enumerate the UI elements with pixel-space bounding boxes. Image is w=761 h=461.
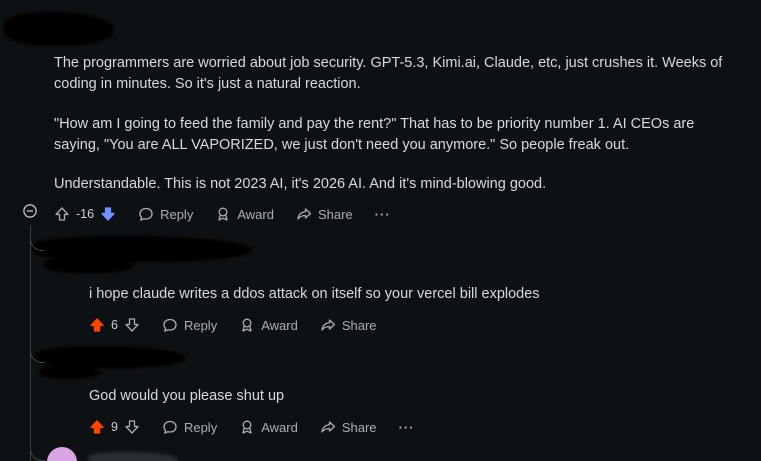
collapse-thread-button[interactable] <box>23 204 37 218</box>
vote-score: -16 <box>76 207 95 221</box>
redacted-username-reply-1b <box>44 257 134 273</box>
award-button[interactable]: Award <box>239 419 298 435</box>
minus-circle-icon <box>23 204 37 218</box>
comment-action-bar: -16 Reply Award Share ··· <box>54 203 391 225</box>
comment-paragraph: "How am I going to feed the family and p… <box>54 116 695 153</box>
share-icon <box>320 317 336 333</box>
reply-button[interactable]: Reply <box>162 419 217 435</box>
share-button[interactable]: Share <box>320 419 377 435</box>
reply-label: Reply <box>160 206 194 222</box>
comment-paragraph: The programmers are worried about job se… <box>54 55 723 92</box>
reply-button[interactable]: Reply <box>162 317 217 333</box>
award-button[interactable]: Award <box>239 317 298 333</box>
thread-line <box>30 225 31 461</box>
reply-comment-text: God would you please shut up <box>89 388 285 404</box>
redacted-username-reply-2b <box>40 365 100 379</box>
vote-score: 9 <box>111 420 118 434</box>
more-options-button[interactable]: ··· <box>375 207 391 222</box>
redacted-username-parent <box>4 12 114 46</box>
arrow-up-icon[interactable] <box>89 419 105 435</box>
more-options-button[interactable]: ··· <box>399 420 415 435</box>
thread-connector <box>30 350 45 363</box>
share-button[interactable]: Share <box>320 317 377 333</box>
thread-connector <box>30 448 45 461</box>
comment-paragraph: Understandable. This is not 2023 AI, it'… <box>54 176 547 192</box>
share-label: Share <box>341 317 377 333</box>
award-button[interactable]: Award <box>215 206 274 222</box>
speech-bubble-icon <box>138 206 154 222</box>
share-icon <box>296 206 312 222</box>
comment-action-bar: 6 Reply Award Share <box>89 314 399 336</box>
vote-score: 6 <box>111 318 118 332</box>
reply-label: Reply <box>183 419 218 435</box>
speech-bubble-icon <box>162 317 178 333</box>
reply-label: Reply <box>183 317 218 333</box>
avatar[interactable] <box>47 447 77 461</box>
arrow-up-icon[interactable] <box>89 317 105 333</box>
vote-controls: 6 <box>89 317 140 333</box>
award-label: Award <box>237 206 274 222</box>
award-icon <box>239 419 255 435</box>
reply-comment-text: i hope claude writes a ddos attack on it… <box>89 286 540 302</box>
vote-controls: -16 <box>54 206 116 222</box>
share-icon <box>320 419 336 435</box>
comment-action-bar: 9 Reply Award Share ··· <box>89 416 415 438</box>
speech-bubble-icon <box>162 419 178 435</box>
share-label: Share <box>341 419 377 435</box>
arrow-down-icon[interactable] <box>124 419 140 435</box>
award-icon <box>239 317 255 333</box>
arrow-down-icon[interactable] <box>124 317 140 333</box>
arrow-down-icon[interactable] <box>100 206 116 222</box>
redacted-username-next <box>88 452 178 461</box>
vote-controls: 9 <box>89 419 140 435</box>
arrow-up-icon[interactable] <box>54 206 70 222</box>
award-icon <box>215 206 231 222</box>
share-label: Share <box>317 206 353 222</box>
award-label: Award <box>261 419 298 435</box>
reply-button[interactable]: Reply <box>138 206 193 222</box>
award-label: Award <box>261 317 298 333</box>
share-button[interactable]: Share <box>296 206 353 222</box>
